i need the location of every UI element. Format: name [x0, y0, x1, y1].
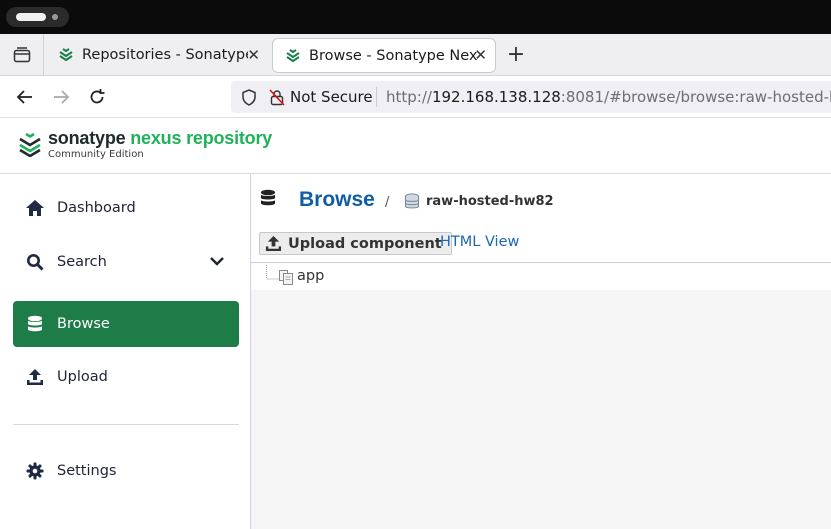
- browser-tab-strip: Repositories - Sonatype Nexus Repository…: [0, 34, 831, 76]
- sidebar-item-label: Browse: [57, 316, 110, 332]
- back-arrow-icon[interactable]: [15, 87, 35, 107]
- sidebar-divider: [13, 424, 239, 425]
- sonatype-logo-icon[interactable]: [18, 131, 42, 157]
- url-text[interactable]: http://192.168.138.128:8081/#browse/brow…: [386, 88, 831, 106]
- tab-close-icon[interactable]: ✕: [474, 46, 487, 64]
- address-bar[interactable]: Not Secure http://192.168.138.128:8081/#…: [231, 81, 831, 113]
- forward-arrow-icon[interactable]: [51, 87, 71, 107]
- upload-icon: [25, 367, 45, 387]
- sidebar-item-upload[interactable]: Upload: [13, 354, 239, 400]
- reload-icon[interactable]: [87, 87, 107, 107]
- sidebar-item-label: Upload: [57, 369, 108, 385]
- tab-overview-button[interactable]: [0, 34, 44, 76]
- insecure-lock-icon[interactable]: [269, 89, 285, 106]
- activities-indicator[interactable]: [6, 7, 69, 27]
- sidebar: Dashboard Search Browse Upload Settings: [0, 174, 251, 529]
- html-view-link[interactable]: HTML View: [440, 234, 519, 250]
- system-top-bar: [0, 0, 831, 34]
- browse-panel: Browse / raw-hosted-hw82 Upload componen…: [251, 174, 831, 290]
- main-content: Browse / raw-hosted-hw82 Upload componen…: [251, 174, 831, 529]
- not-secure-label[interactable]: Not Secure: [290, 88, 373, 106]
- workspace-dot-indicator: [52, 14, 58, 20]
- sidebar-item-label: Settings: [57, 463, 117, 479]
- breadcrumb-title[interactable]: Browse: [299, 188, 375, 212]
- edition-label: Community Edition: [48, 149, 144, 160]
- browser-tab-repositories[interactable]: Repositories - Sonatype Nexus Repository…: [46, 34, 268, 76]
- tree-node[interactable]: app: [251, 263, 831, 290]
- tab-overview-icon: [13, 47, 30, 63]
- url-divider: [376, 87, 377, 107]
- nexus-favicon-icon: [59, 48, 73, 62]
- url-rest: :8081/#browse/browse:raw-hosted-hw82: [560, 88, 831, 106]
- browser-tab-browse[interactable]: Browse - Sonatype Nexus Repository ✕: [273, 39, 495, 72]
- tree-node-label[interactable]: app: [297, 268, 324, 284]
- workspace-active-indicator: [16, 13, 46, 21]
- sidebar-item-search[interactable]: Search: [13, 239, 239, 285]
- url-prefix: http://: [386, 88, 432, 106]
- home-icon: [25, 198, 45, 218]
- new-tab-button[interactable]: +: [505, 42, 527, 68]
- gear-icon: [25, 461, 45, 481]
- url-host: 192.168.138.128: [431, 88, 561, 106]
- tab-title: Repositories - Sonatype Nexus Repository: [82, 47, 248, 63]
- repository-name: raw-hosted-hw82: [426, 194, 554, 209]
- database-icon: [261, 189, 275, 206]
- nexus-favicon-icon: [286, 48, 300, 62]
- tab-close-icon[interactable]: ✕: [247, 46, 260, 64]
- browser-nav-bar: Not Secure http://192.168.138.128:8081/#…: [0, 77, 831, 118]
- upload-component-button[interactable]: Upload component: [259, 232, 452, 255]
- sidebar-item-label: Search: [57, 254, 107, 270]
- app-header: sonatype nexus repository Community Edit…: [0, 118, 831, 174]
- search-icon: [25, 252, 45, 272]
- product-logo-text[interactable]: sonatype nexus repository: [48, 128, 272, 149]
- upload-icon: [265, 235, 282, 252]
- repository-icon: [405, 193, 419, 209]
- database-icon: [25, 314, 45, 334]
- sidebar-item-browse[interactable]: Browse: [13, 301, 239, 347]
- folder-icon: [279, 270, 293, 285]
- sidebar-item-settings[interactable]: Settings: [13, 448, 239, 494]
- chevron-down-icon[interactable]: [209, 253, 225, 269]
- shield-icon[interactable]: [241, 89, 257, 106]
- sidebar-item-dashboard[interactable]: Dashboard: [13, 185, 239, 231]
- sidebar-item-label: Dashboard: [57, 200, 136, 216]
- upload-component-label: Upload component: [288, 235, 442, 252]
- logo-product: nexus repository: [130, 128, 273, 148]
- tab-title: Browse - Sonatype Nexus Repository: [309, 47, 477, 64]
- logo-brand: sonatype: [48, 128, 126, 148]
- breadcrumb-separator: /: [385, 195, 390, 210]
